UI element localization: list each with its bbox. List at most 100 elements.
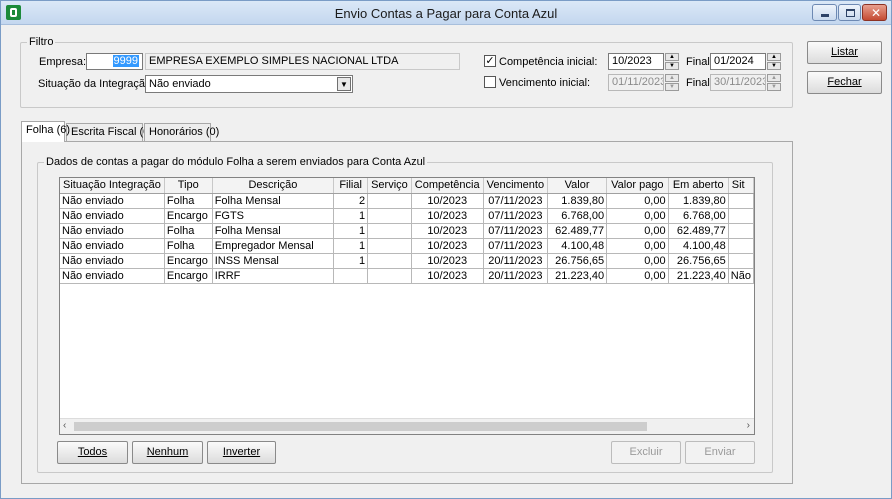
main-window: Envio Contas a Pagar para Conta Azul ✕ F… — [0, 0, 892, 499]
cell-em-aberto: 1.839,80 — [668, 193, 729, 209]
competencia-inicial-spinner[interactable]: ▲ ▼ — [665, 53, 679, 70]
col-header-valor-pago[interactable]: Valor pago — [606, 178, 669, 194]
inverter-label: Inverter — [222, 446, 261, 458]
cell-competencia: 10/2023 — [411, 268, 484, 284]
scroll-right-icon[interactable]: › — [747, 420, 750, 431]
cell-servico — [367, 238, 412, 254]
table-row[interactable]: Não enviado Folha Empregador Mensal 1 10… — [60, 238, 754, 254]
vencimento-inicial-input[interactable]: 01/11/2023 — [608, 74, 664, 91]
competencia-inicial-input[interactable]: 10/2023 — [608, 53, 664, 70]
cell-tipo: Folha — [164, 238, 213, 254]
excluir-button[interactable]: Excluir — [611, 441, 681, 464]
table-row[interactable]: Não enviado Folha Folha Mensal 2 10/2023… — [60, 193, 754, 209]
competencia-label: Competência inicial: — [499, 56, 598, 68]
cell-competencia: 10/2023 — [411, 238, 484, 254]
cell-valor-pago: 0,00 — [606, 253, 669, 269]
contas-grid[interactable]: Situação Integração Tipo Descrição Filia… — [59, 177, 755, 435]
cell-valor-pago: 0,00 — [606, 238, 669, 254]
competencia-final-input[interactable]: 01/2024 — [710, 53, 766, 70]
cell-filial: 1 — [333, 238, 369, 254]
cell-servico — [367, 208, 412, 224]
cell-valor: 21.223,40 — [547, 268, 608, 284]
cell-vencimento: 20/11/2023 — [483, 253, 549, 269]
cell-tipo: Encargo — [164, 268, 213, 284]
todos-button[interactable]: Todos — [57, 441, 128, 464]
cell-servico — [367, 253, 412, 269]
cell-vencimento: 07/11/2023 — [483, 193, 549, 209]
tab-escrita-fiscal[interactable]: Escrita Fiscal (0) — [66, 123, 153, 141]
col-header-situacao[interactable]: Situação Integração — [60, 178, 165, 194]
maximize-button[interactable] — [838, 4, 861, 21]
spin-down-icon[interactable]: ▼ — [665, 62, 679, 70]
spin-up-icon[interactable]: ▲ — [665, 74, 679, 82]
table-row[interactable]: Não enviado Folha Folha Mensal 1 10/2023… — [60, 223, 754, 239]
cell-situacao: Não enviado — [60, 208, 165, 224]
minimize-icon — [821, 14, 829, 17]
fechar-label: Fechar — [827, 76, 862, 88]
spin-up-icon[interactable]: ▲ — [767, 53, 781, 61]
cell-filial: 1 — [333, 208, 369, 224]
empresa-code-input[interactable]: 9999 — [86, 53, 143, 70]
spin-down-icon[interactable]: ▼ — [665, 83, 679, 91]
competencia-final-label: Final: — [686, 56, 713, 68]
enviar-button[interactable]: Enviar — [685, 441, 755, 464]
col-header-descricao[interactable]: Descrição — [212, 178, 335, 194]
table-row[interactable]: Não enviado Encargo INSS Mensal 1 10/202… — [60, 253, 754, 269]
table-row[interactable]: Não enviado Encargo IRRF 10/2023 20/11/2… — [60, 268, 754, 284]
fechar-button[interactable]: Fechar — [807, 71, 882, 94]
col-header-valor[interactable]: Valor — [547, 178, 608, 194]
check-icon: ✓ — [485, 55, 495, 67]
scroll-left-icon[interactable]: ‹ — [63, 420, 66, 431]
vencimento-final-spinner[interactable]: ▲ ▼ — [767, 74, 781, 91]
col-header-sit[interactable]: Sit — [728, 178, 754, 194]
chevron-down-icon[interactable]: ▼ — [337, 77, 351, 91]
vencimento-inicial-spinner[interactable]: ▲ ▼ — [665, 74, 679, 91]
cell-em-aberto: 21.223,40 — [668, 268, 729, 284]
horizontal-scrollbar[interactable]: ‹ › — [60, 418, 754, 434]
spin-down-icon[interactable]: ▼ — [767, 83, 781, 91]
scrollbar-thumb[interactable] — [74, 422, 647, 431]
minimize-button[interactable] — [812, 4, 837, 21]
tab-folha[interactable]: Folha (6) — [21, 121, 70, 142]
cell-competencia: 10/2023 — [411, 193, 484, 209]
situacao-value: Não enviado — [149, 78, 211, 90]
listar-button[interactable]: Listar — [807, 41, 882, 64]
spin-down-icon[interactable]: ▼ — [767, 62, 781, 70]
competencia-checkbox[interactable]: ✓ — [484, 55, 496, 67]
tab-honorarios[interactable]: Honorários (0) — [144, 123, 219, 141]
cell-situacao: Não enviado — [60, 223, 165, 239]
col-header-vencimento[interactable]: Vencimento — [483, 178, 549, 194]
spin-up-icon[interactable]: ▲ — [665, 53, 679, 61]
vencimento-checkbox[interactable] — [484, 76, 496, 88]
competencia-final-spinner[interactable]: ▲ ▼ — [767, 53, 781, 70]
vencimento-final-label: Final: — [686, 77, 713, 89]
cell-competencia: 10/2023 — [411, 223, 484, 239]
cell-descricao: IRRF — [212, 268, 335, 284]
table-row[interactable]: Não enviado Encargo FGTS 1 10/2023 07/11… — [60, 208, 754, 224]
col-header-tipo[interactable]: Tipo — [164, 178, 213, 194]
cell-valor-pago: 0,00 — [606, 208, 669, 224]
cell-situacao: Não enviado — [60, 193, 165, 209]
cell-sit — [728, 253, 754, 269]
maximize-icon — [846, 9, 855, 17]
cell-situacao: Não enviado — [60, 253, 165, 269]
close-button[interactable]: ✕ — [862, 4, 887, 21]
cell-filial: 2 — [333, 193, 369, 209]
cell-servico — [367, 223, 412, 239]
cell-valor: 6.768,00 — [547, 208, 608, 224]
cell-valor-pago: 0,00 — [606, 268, 669, 284]
situacao-select[interactable]: Não enviado ▼ — [145, 75, 353, 93]
cell-descricao: INSS Mensal — [212, 253, 335, 269]
col-header-filial[interactable]: Filial — [333, 178, 369, 194]
cell-vencimento: 07/11/2023 — [483, 238, 549, 254]
cell-descricao: Folha Mensal — [212, 193, 335, 209]
inverter-button[interactable]: Inverter — [207, 441, 276, 464]
col-header-competencia[interactable]: Competência — [411, 178, 484, 194]
nenhum-button[interactable]: Nenhum — [132, 441, 203, 464]
cell-em-aberto: 62.489,77 — [668, 223, 729, 239]
vencimento-final-input[interactable]: 30/11/2023 — [710, 74, 766, 91]
spin-up-icon[interactable]: ▲ — [767, 74, 781, 82]
situacao-label: Situação da Integração: — [38, 78, 155, 90]
col-header-em-aberto[interactable]: Em aberto — [668, 178, 729, 194]
col-header-servico[interactable]: Serviço — [367, 178, 412, 194]
